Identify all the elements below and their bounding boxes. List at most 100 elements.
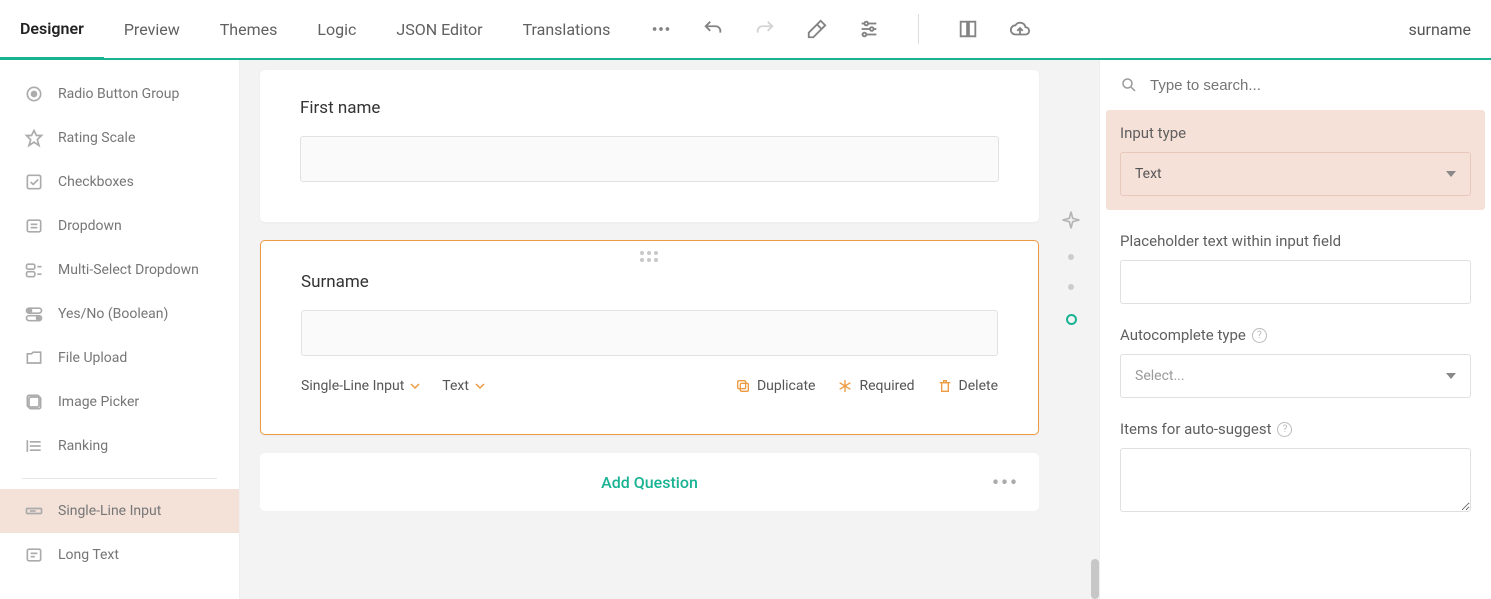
toolbox-label: Rating Scale	[58, 130, 135, 146]
chevron-down-icon	[475, 381, 485, 391]
placeholder-label: Placeholder text within input field	[1120, 232, 1471, 250]
autocomplete-label: Autocomplete type ?	[1120, 326, 1471, 344]
autocomplete-value: Select...	[1135, 368, 1185, 384]
dropdown-icon	[24, 216, 44, 236]
tab-themes[interactable]: Themes	[200, 0, 298, 58]
ranking-icon	[24, 436, 44, 456]
add-question-label: Add Question	[601, 473, 698, 492]
file-upload-icon	[24, 348, 44, 368]
tab-designer[interactable]: Designer	[0, 0, 104, 60]
autosuggest-label-text: Items for auto-suggest	[1120, 420, 1271, 438]
autocomplete-label-text: Autocomplete type	[1120, 326, 1246, 344]
question-type-label: Single-Line Input	[301, 378, 404, 394]
help-icon[interactable]: ?	[1252, 328, 1267, 343]
delete-label: Delete	[959, 378, 998, 394]
boolean-icon	[24, 304, 44, 324]
toolbox-multi-select-dropdown[interactable]: Multi-Select Dropdown	[0, 248, 239, 292]
properties-body: Input type Text Placeholder text within …	[1100, 110, 1491, 538]
tab-logic[interactable]: Logic	[297, 0, 376, 58]
locator-icon[interactable]	[1061, 210, 1081, 230]
question-type-selector[interactable]: Single-Line Input	[301, 378, 420, 394]
top-tabs: Designer Preview Themes Logic JSON Edito…	[0, 0, 630, 58]
tab-preview[interactable]: Preview	[104, 0, 200, 58]
autosuggest-textarea[interactable]	[1120, 448, 1471, 512]
multi-select-dropdown-icon	[24, 260, 44, 280]
scrollbar[interactable]	[1091, 559, 1099, 599]
toolbox-label: Image Picker	[58, 394, 139, 410]
toolbox-label: Checkboxes	[58, 174, 134, 190]
toolbox-label: Dropdown	[58, 218, 122, 234]
trash-icon	[937, 378, 953, 394]
design-canvas: First name Surname Single-Line Input Tex…	[240, 60, 1099, 599]
redo-icon[interactable]	[754, 18, 776, 40]
toolbox-single-line-input[interactable]: Single-Line Input	[0, 489, 239, 533]
question-input-preview	[301, 310, 998, 356]
question-toolbar: Single-Line Input Text Duplicate Require…	[301, 378, 998, 394]
page-navigator	[1061, 210, 1081, 325]
toolbox-label: Radio Button Group	[58, 86, 179, 102]
toolbox-ranking[interactable]: Ranking	[0, 424, 239, 468]
toolbar-icons	[650, 14, 1031, 44]
eraser-icon[interactable]	[806, 18, 828, 40]
add-question-button[interactable]: Add Question •••	[260, 453, 1039, 511]
question-title[interactable]: Surname	[301, 272, 998, 292]
toolbox-image-picker[interactable]: Image Picker	[0, 380, 239, 424]
required-button[interactable]: Required	[837, 378, 914, 394]
main: Radio Button Group Rating Scale Checkbox…	[0, 60, 1491, 599]
overflow-icon[interactable]	[650, 18, 672, 40]
toolbox-boolean[interactable]: Yes/No (Boolean)	[0, 292, 239, 336]
chevron-down-icon	[1446, 171, 1456, 177]
long-text-icon	[24, 545, 44, 565]
question-card-first-name[interactable]: First name	[260, 70, 1039, 222]
help-icon[interactable]: ?	[1277, 422, 1292, 437]
toolbox-label: Long Text	[58, 547, 119, 563]
cloud-upload-icon[interactable]	[1009, 18, 1031, 40]
autocomplete-select[interactable]: Select...	[1120, 354, 1471, 398]
autosuggest-label: Items for auto-suggest ?	[1120, 420, 1471, 438]
input-type-label: Input type	[1120, 124, 1471, 142]
duplicate-button[interactable]: Duplicate	[735, 378, 816, 394]
tab-json-editor[interactable]: JSON Editor	[376, 0, 502, 58]
toolbox-dropdown[interactable]: Dropdown	[0, 204, 239, 248]
page-dot-active[interactable]	[1066, 314, 1077, 325]
search-icon	[1120, 76, 1138, 94]
required-label: Required	[859, 378, 914, 394]
radio-group-icon	[24, 84, 44, 104]
question-subtype-label: Text	[442, 378, 469, 394]
toolbox-label: Single-Line Input	[58, 503, 161, 519]
toolbox-file-upload[interactable]: File Upload	[0, 336, 239, 380]
toolbox-long-text[interactable]: Long Text	[0, 533, 239, 577]
properties-search	[1100, 60, 1491, 110]
question-input-preview	[300, 136, 999, 182]
add-question-more-icon[interactable]: •••	[992, 470, 1019, 494]
autosuggest-group: Items for auto-suggest ?	[1120, 420, 1471, 516]
question-subtype-selector[interactable]: Text	[442, 378, 485, 394]
toolbox-radio-group[interactable]: Radio Button Group	[0, 72, 239, 116]
undo-icon[interactable]	[702, 18, 724, 40]
required-icon	[837, 378, 853, 394]
chevron-down-icon	[410, 381, 420, 391]
input-type-select[interactable]: Text	[1120, 152, 1471, 196]
page-dot[interactable]	[1068, 254, 1074, 260]
toolbox-rating-scale[interactable]: Rating Scale	[0, 116, 239, 160]
placeholder-input[interactable]	[1120, 260, 1471, 304]
question-title[interactable]: First name	[300, 98, 999, 118]
properties-search-input[interactable]	[1150, 77, 1471, 94]
drag-handle-icon[interactable]	[640, 251, 660, 262]
delete-button[interactable]: Delete	[937, 378, 998, 394]
duplicate-label: Duplicate	[757, 378, 816, 394]
input-type-value: Text	[1135, 166, 1162, 182]
toolbox-label: File Upload	[58, 350, 127, 366]
settings-icon[interactable]	[858, 18, 880, 40]
book-icon[interactable]	[957, 18, 979, 40]
tab-translations[interactable]: Translations	[503, 0, 631, 58]
autocomplete-group: Autocomplete type ? Select...	[1120, 326, 1471, 398]
toolbox-label: Multi-Select Dropdown	[58, 262, 199, 278]
duplicate-icon	[735, 378, 751, 394]
placeholder-group: Placeholder text within input field	[1120, 232, 1471, 304]
question-card-surname[interactable]: Surname Single-Line Input Text Duplicate	[260, 240, 1039, 435]
toolbox-label: Yes/No (Boolean)	[58, 306, 168, 322]
page-dot[interactable]	[1068, 284, 1074, 290]
toolbox-checkboxes[interactable]: Checkboxes	[0, 160, 239, 204]
chevron-down-icon	[1446, 373, 1456, 379]
